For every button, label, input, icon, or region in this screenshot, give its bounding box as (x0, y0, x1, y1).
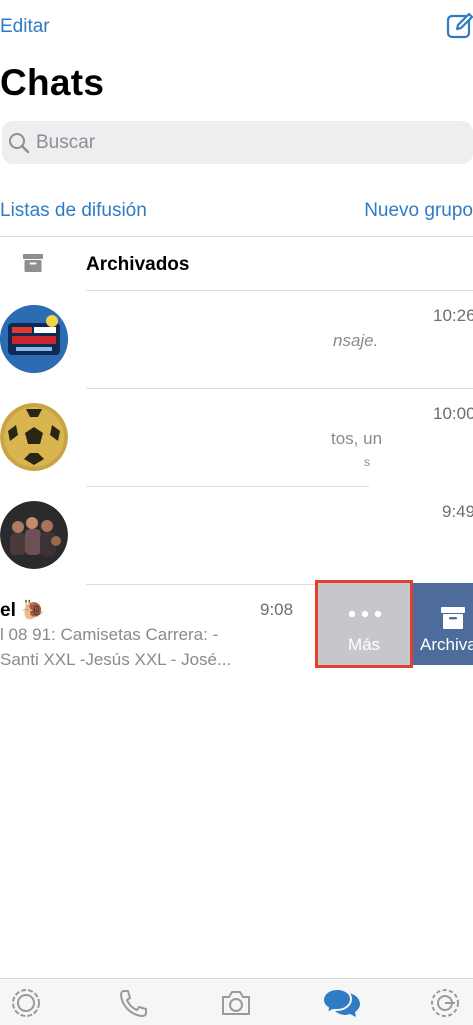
gear-icon (431, 989, 459, 1017)
camera-icon (222, 991, 250, 1015)
search-icon (9, 133, 30, 154)
chat-avatar[interactable] (0, 501, 68, 569)
compose-icon[interactable] (446, 12, 473, 40)
phone-icon (120, 990, 147, 1017)
chat-avatar[interactable] (0, 403, 68, 471)
divider (86, 486, 369, 487)
chat-snippet: l 08 91: Camisetas Carrera: - (0, 625, 219, 644)
search-input[interactable]: Buscar (36, 132, 95, 154)
tab-camera[interactable] (219, 987, 253, 1019)
tab-settings[interactable] (428, 987, 462, 1019)
chat-time: 9:49 (442, 502, 473, 521)
archive-box-icon (441, 607, 465, 629)
page-title: Chats (0, 62, 105, 103)
tab-calls[interactable] (115, 987, 149, 1019)
chat-time: 10:00 (433, 404, 473, 423)
chat-snippet: s (364, 455, 370, 469)
status-icon (12, 989, 40, 1017)
divider (86, 388, 473, 389)
divider (86, 584, 316, 585)
archive-action-button[interactable]: Archivar (413, 583, 473, 665)
tab-status[interactable] (9, 987, 43, 1019)
chat-snippet: Santi XXL -Jesús XXL - José... (0, 650, 232, 669)
tab-chats[interactable] (321, 987, 362, 1019)
search-bar[interactable]: Buscar (2, 121, 473, 164)
edit-button[interactable]: Editar (0, 16, 50, 38)
chat-time: 10:26 (433, 306, 473, 325)
chat-name[interactable]: el 🐌 (0, 598, 45, 622)
chat-snippet: tos, un (331, 429, 383, 448)
chat-time: 9:08 (260, 600, 294, 619)
chat-avatar[interactable] (0, 305, 68, 373)
divider (86, 290, 473, 291)
tab-bar (0, 978, 473, 1025)
chats-icon (321, 987, 360, 1017)
archive-action-label: Archivar (420, 635, 473, 654)
chat-snippet: nsaje. (333, 331, 379, 350)
broadcast-lists-link[interactable]: Listas de difusión (0, 200, 147, 222)
archive-box-icon (23, 254, 43, 272)
highlight-box (315, 580, 413, 668)
divider (0, 236, 473, 237)
archived-chats-label[interactable]: Archivados (86, 254, 189, 276)
new-group-link[interactable]: Nuevo grupo (364, 200, 473, 222)
